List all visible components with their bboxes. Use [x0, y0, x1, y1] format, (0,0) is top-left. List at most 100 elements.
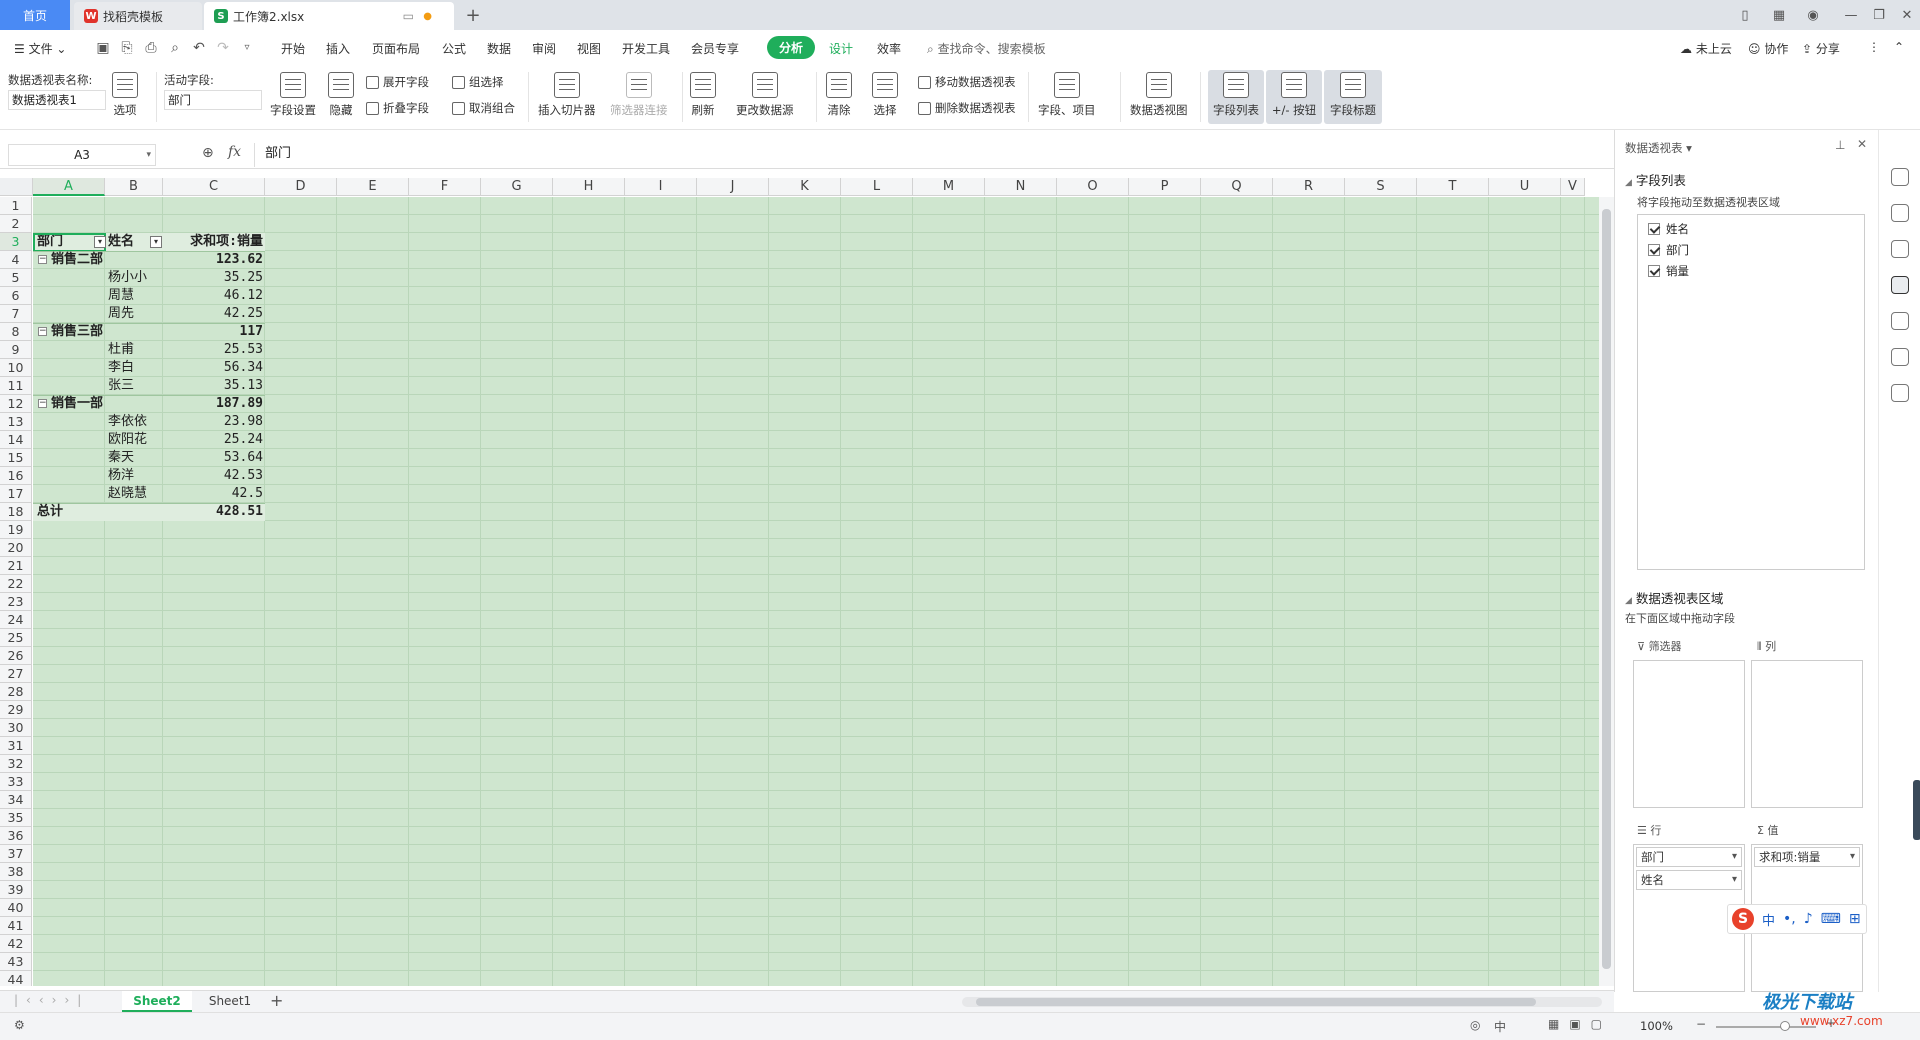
- row-header-12[interactable]: 12: [0, 395, 32, 413]
- refresh-button[interactable]: 刷新: [690, 72, 716, 118]
- menu-page-layout[interactable]: 页面布局: [372, 40, 420, 57]
- row-header-8[interactable]: 8: [0, 323, 32, 341]
- zoom-slider-handle[interactable]: [1780, 1021, 1790, 1031]
- row-header-27[interactable]: 27: [0, 665, 32, 683]
- monitor-icon[interactable]: ▭: [403, 9, 414, 23]
- checkbox-checked[interactable]: [1648, 223, 1660, 235]
- delete-pivot-button[interactable]: 删除数据透视表: [918, 100, 1016, 116]
- row-header-23[interactable]: 23: [0, 593, 32, 611]
- cell-area[interactable]: [33, 197, 1599, 986]
- vertical-scrollbar[interactable]: [1599, 197, 1614, 986]
- pivot-group-label[interactable]: 销售二部: [51, 251, 121, 269]
- preview-icon[interactable]: ⌕: [166, 39, 184, 57]
- grid-apps-icon[interactable]: ▦: [1764, 0, 1794, 30]
- column-header-h[interactable]: H: [553, 178, 625, 196]
- sheet-tab-sheet2[interactable]: Sheet2: [122, 991, 192, 1012]
- pivot-item-label[interactable]: 周慧: [108, 287, 164, 305]
- pivot-item-label[interactable]: 杨洋: [108, 467, 164, 485]
- row-header-16[interactable]: 16: [0, 467, 32, 485]
- hide-button[interactable]: 隐藏: [328, 72, 354, 118]
- pivot-group-label[interactable]: 销售一部: [51, 395, 121, 413]
- column-header-b[interactable]: B: [105, 178, 163, 196]
- file-menu[interactable]: ☰ 文件 ⌄: [14, 40, 66, 57]
- keyboard-icon[interactable]: ⌨: [1821, 911, 1841, 927]
- row-header-4[interactable]: 4: [0, 251, 32, 269]
- row-header-2[interactable]: 2: [0, 215, 32, 233]
- row-header-20[interactable]: 20: [0, 539, 32, 557]
- pivot-group-value[interactable]: 123.62: [165, 251, 263, 269]
- tab-workbook[interactable]: S 工作簿2.xlsx ▭ ●: [204, 2, 454, 30]
- book-icon[interactable]: [1891, 384, 1909, 402]
- pivot-item-value[interactable]: 35.25: [165, 269, 263, 287]
- row-header-32[interactable]: 32: [0, 755, 32, 773]
- row-header-9[interactable]: 9: [0, 341, 32, 359]
- menu-efficiency[interactable]: 效率: [877, 40, 901, 57]
- column-drop-zone[interactable]: [1751, 660, 1863, 808]
- pivot-header-name[interactable]: 姓名: [108, 233, 154, 251]
- pivot-item-value[interactable]: 42.53: [165, 467, 263, 485]
- pivot-item-label[interactable]: 欧阳花: [108, 431, 164, 449]
- share-button[interactable]: ⇪ 分享: [1802, 40, 1840, 57]
- column-header-t[interactable]: T: [1417, 178, 1489, 196]
- checkbox-checked[interactable]: [1648, 244, 1660, 256]
- menu-formula[interactable]: 公式: [442, 40, 466, 57]
- column-header-k[interactable]: K: [769, 178, 841, 196]
- zoom-out-icon[interactable]: −: [1696, 1017, 1706, 1031]
- save-icon[interactable]: ▣: [94, 39, 112, 57]
- fields-items-button[interactable]: 字段、项目: [1038, 72, 1096, 118]
- row-header-18[interactable]: 18: [0, 503, 32, 521]
- pivot-item-value[interactable]: 56.34: [165, 359, 263, 377]
- menu-member[interactable]: 会员专享: [691, 40, 739, 57]
- row-header-36[interactable]: 36: [0, 827, 32, 845]
- layout-icon[interactable]: ▯: [1730, 0, 1760, 30]
- column-header-n[interactable]: N: [985, 178, 1057, 196]
- value-field-sum[interactable]: 求和项:销量: [1754, 847, 1860, 867]
- tab-template[interactable]: W 找稻壳模板: [74, 2, 202, 30]
- scrollbar-thumb[interactable]: [1602, 209, 1611, 969]
- undo-icon[interactable]: ↶: [190, 39, 208, 57]
- menu-insert[interactable]: 插入: [326, 40, 350, 57]
- row-header-13[interactable]: 13: [0, 413, 32, 431]
- row-field-dept[interactable]: 部门: [1636, 847, 1742, 867]
- settings-sliders-icon[interactable]: [1891, 240, 1909, 258]
- pivot-group-label[interactable]: 销售三部: [51, 323, 121, 341]
- pivot-item-label[interactable]: 张三: [108, 377, 164, 395]
- column-header-e[interactable]: E: [337, 178, 409, 196]
- row-header-7[interactable]: 7: [0, 305, 32, 323]
- row-header-17[interactable]: 17: [0, 485, 32, 503]
- pivot-total-value[interactable]: 428.51: [165, 503, 263, 521]
- row-header-41[interactable]: 41: [0, 917, 32, 935]
- row-header-5[interactable]: 5: [0, 269, 32, 287]
- tab-analysis[interactable]: 分析: [767, 36, 816, 59]
- collapse-field-button[interactable]: 折叠字段: [366, 100, 429, 116]
- field-item-sales[interactable]: 销量: [1648, 263, 1689, 279]
- pivot-item-value[interactable]: 35.13: [165, 377, 263, 395]
- column-header-d[interactable]: D: [265, 178, 337, 196]
- pivot-chart-button[interactable]: 数据透视图: [1130, 72, 1188, 118]
- column-header-g[interactable]: G: [481, 178, 553, 196]
- row-header-37[interactable]: 37: [0, 845, 32, 863]
- row-header-35[interactable]: 35: [0, 809, 32, 827]
- menu-review[interactable]: 审阅: [532, 40, 556, 57]
- sheet-tab-sheet1[interactable]: Sheet1: [196, 991, 264, 1012]
- column-header-j[interactable]: J: [697, 178, 769, 196]
- collapse-group-icon[interactable]: −: [38, 399, 47, 408]
- fx-icon[interactable]: fx: [228, 144, 241, 160]
- field-list-toggle[interactable]: 字段列表: [1208, 70, 1264, 124]
- row-header-28[interactable]: 28: [0, 683, 32, 701]
- tab-design[interactable]: 设计: [829, 40, 853, 57]
- restore-icon[interactable]: ❐: [1864, 0, 1894, 30]
- pivot-item-value[interactable]: 42.5: [165, 485, 263, 503]
- pivot-header-sum[interactable]: 求和项:销量: [165, 233, 263, 251]
- filter-connect-button[interactable]: 筛选器连接: [610, 72, 668, 118]
- pivot-panel-icon[interactable]: [1891, 276, 1909, 294]
- row-header-40[interactable]: 40: [0, 899, 32, 917]
- row-header-6[interactable]: 6: [0, 287, 32, 305]
- row-header-30[interactable]: 30: [0, 719, 32, 737]
- column-header-s[interactable]: S: [1345, 178, 1417, 196]
- ungroup-button[interactable]: 取消组合: [452, 100, 515, 116]
- collapse-group-icon[interactable]: −: [38, 255, 47, 264]
- column-header-f[interactable]: F: [409, 178, 481, 196]
- close-icon[interactable]: ✕: [1857, 137, 1867, 151]
- field-list-section[interactable]: ◢ 字段列表: [1625, 170, 1686, 189]
